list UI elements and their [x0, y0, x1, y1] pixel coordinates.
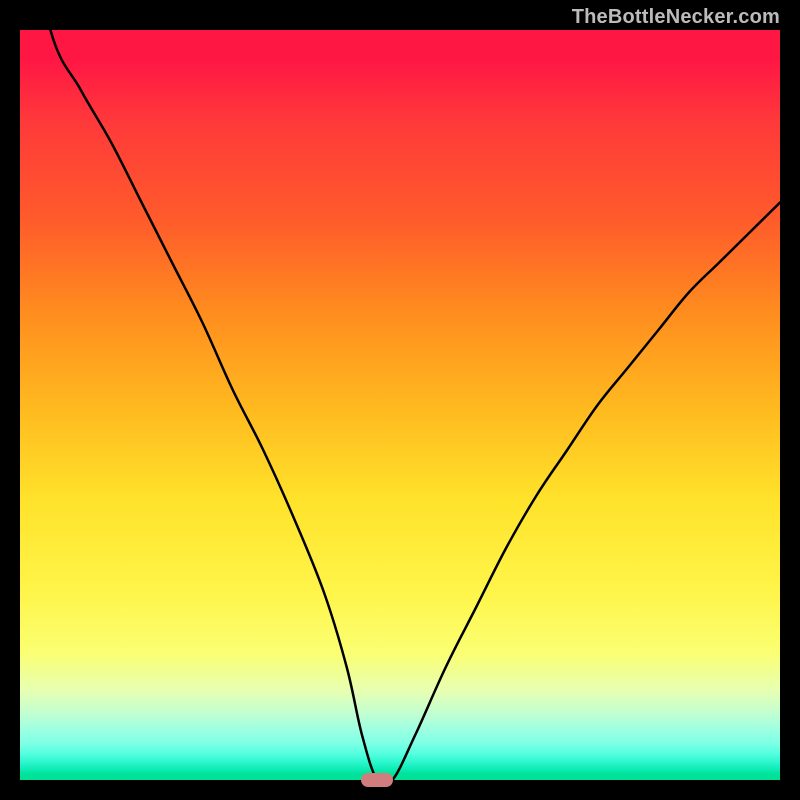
bottleneck-curve: [20, 30, 780, 780]
plot-area: [20, 30, 780, 780]
chart-frame: TheBottleNecker.com: [0, 0, 800, 800]
optimal-marker: [361, 773, 393, 787]
watermark-text: TheBottleNecker.com: [572, 6, 780, 29]
